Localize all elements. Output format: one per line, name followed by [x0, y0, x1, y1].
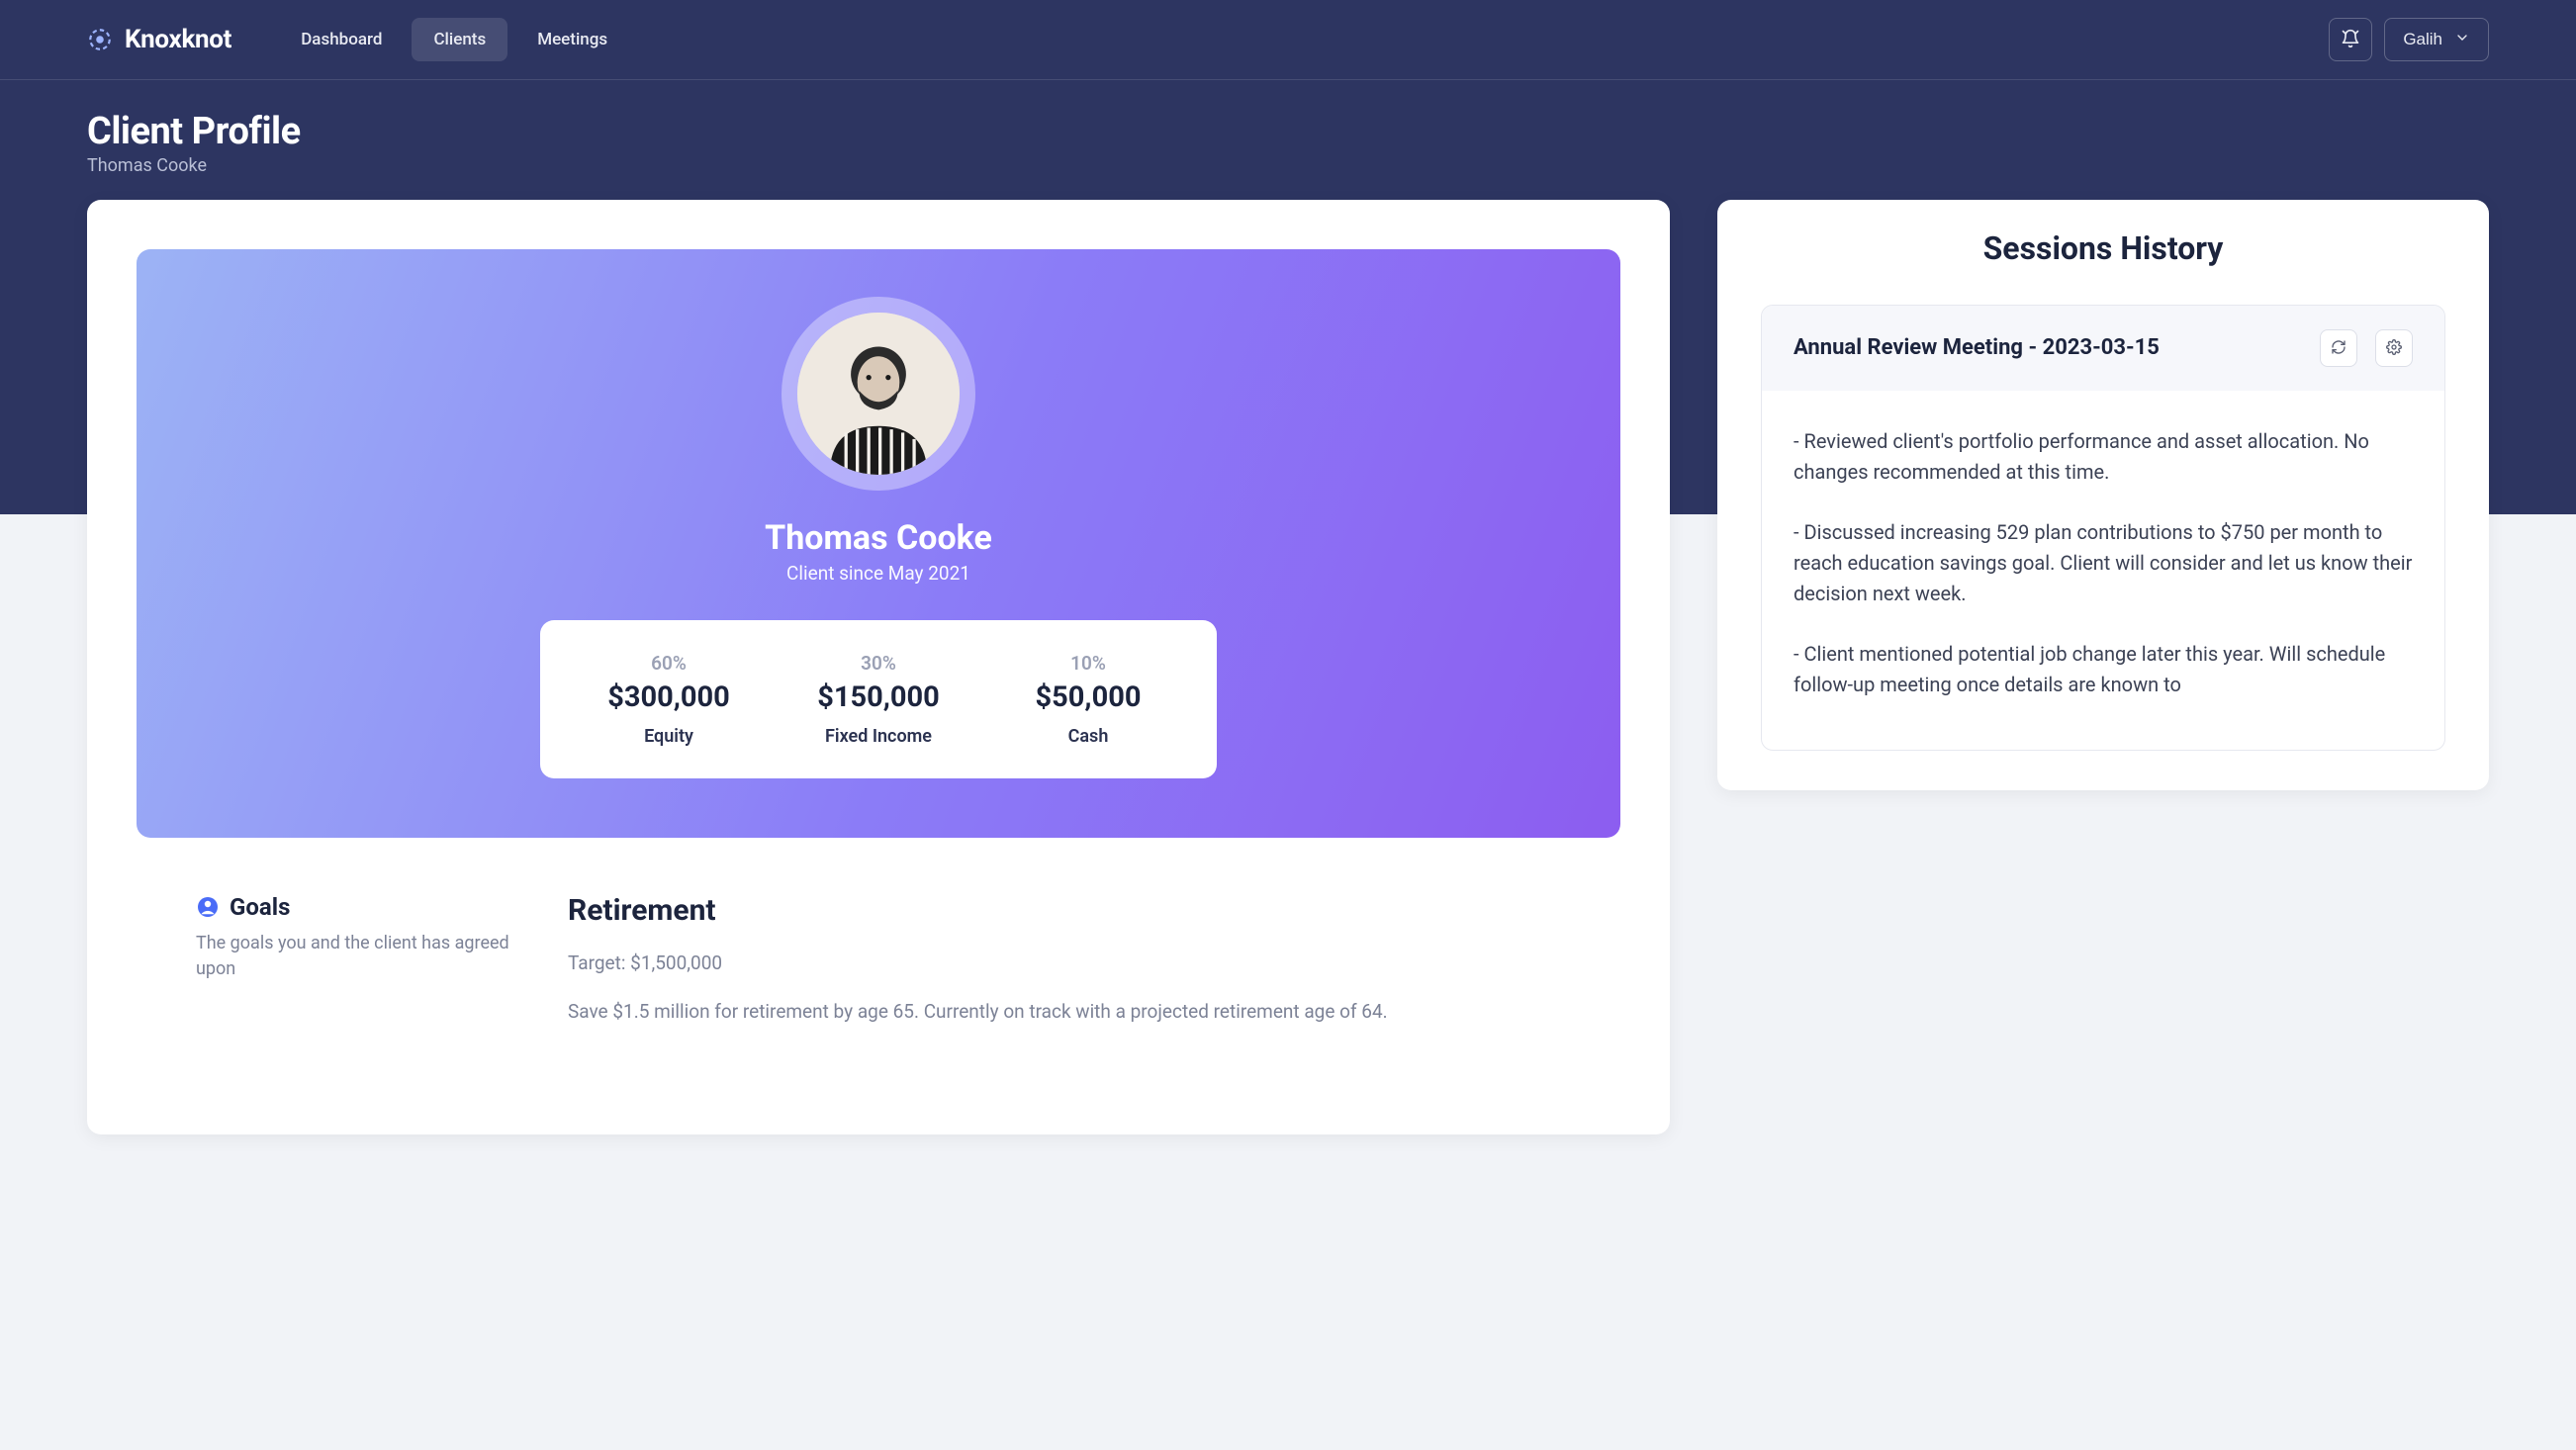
- page-header: Client Profile Thomas Cooke: [0, 80, 2576, 200]
- allocation-pct: 10%: [1070, 652, 1106, 675]
- allocation-fixed-income: 30% $150,000 Fixed Income: [809, 652, 948, 747]
- nav-dashboard[interactable]: Dashboard: [279, 18, 404, 61]
- user-menu-button[interactable]: Galih: [2384, 18, 2489, 61]
- top-nav: Knoxknot Dashboard Clients Meetings Gali…: [0, 0, 2576, 80]
- logo-icon: [87, 27, 113, 52]
- page-title: Client Profile: [87, 110, 2489, 153]
- goal-target: Target: $1,500,000: [568, 952, 1561, 974]
- nav-meetings[interactable]: Meetings: [515, 18, 629, 61]
- session-item: Annual Review Meeting - 2023-03-15: [1761, 305, 2445, 751]
- nav-links: Dashboard Clients Meetings: [279, 18, 629, 61]
- logo-text: Knoxknot: [125, 25, 231, 54]
- refresh-icon: [2331, 339, 2346, 358]
- goals-description: The goals you and the client has agreed …: [196, 931, 512, 982]
- session-title: Annual Review Meeting - 2023-03-15: [1794, 333, 2302, 363]
- avatar: [797, 313, 960, 475]
- sessions-heading: Sessions History: [1761, 229, 2445, 267]
- session-note: - Reviewed client's portfolio performanc…: [1794, 426, 2413, 488]
- session-body: - Reviewed client's portfolio performanc…: [1762, 391, 2444, 750]
- avatar-ring: [782, 297, 975, 491]
- allocation-cash: 10% $50,000 Cash: [1019, 652, 1157, 747]
- goals-heading: Goals: [230, 893, 290, 921]
- client-hero: Thomas Cooke Client since May 2021 60% $…: [137, 249, 1620, 838]
- goals-section: Goals The goals you and the client has a…: [137, 838, 1620, 1085]
- gear-icon: [2386, 339, 2402, 358]
- user-circle-icon: [196, 895, 220, 919]
- allocation-label: Cash: [1068, 726, 1109, 747]
- bell-icon: [2341, 29, 2360, 51]
- allocation-card: 60% $300,000 Equity 30% $150,000 Fixed I…: [540, 620, 1217, 778]
- client-name: Thomas Cooke: [765, 518, 992, 558]
- logo[interactable]: Knoxknot: [87, 25, 231, 54]
- session-note: - Discussed increasing 529 plan contribu…: [1794, 517, 2413, 609]
- allocation-amount: $150,000: [817, 680, 940, 714]
- user-name: Galih: [2403, 30, 2442, 49]
- client-card: Thomas Cooke Client since May 2021 60% $…: [87, 200, 1670, 1134]
- allocation-amount: $50,000: [1036, 680, 1142, 714]
- session-note: - Client mentioned potential job change …: [1794, 639, 2413, 700]
- refresh-button[interactable]: [2320, 329, 2357, 367]
- allocation-label: Equity: [644, 726, 693, 747]
- sessions-card: Sessions History Annual Review Meeting -…: [1717, 200, 2489, 790]
- chevron-down-icon: [2454, 30, 2470, 50]
- client-since: Client since May 2021: [786, 562, 970, 585]
- page-subtitle: Thomas Cooke: [87, 155, 2489, 176]
- session-header: Annual Review Meeting - 2023-03-15: [1762, 306, 2444, 391]
- nav-clients[interactable]: Clients: [412, 18, 507, 61]
- allocation-amount: $300,000: [607, 680, 730, 714]
- allocation-pct: 60%: [651, 652, 687, 675]
- notifications-button[interactable]: [2329, 18, 2372, 61]
- goal-body: Save $1.5 million for retirement by age …: [568, 998, 1561, 1026]
- allocation-pct: 30%: [861, 652, 896, 675]
- allocation-label: Fixed Income: [825, 726, 932, 747]
- settings-button[interactable]: [2375, 329, 2413, 367]
- goal-name: Retirement: [568, 893, 1561, 928]
- allocation-equity: 60% $300,000 Equity: [599, 652, 738, 747]
